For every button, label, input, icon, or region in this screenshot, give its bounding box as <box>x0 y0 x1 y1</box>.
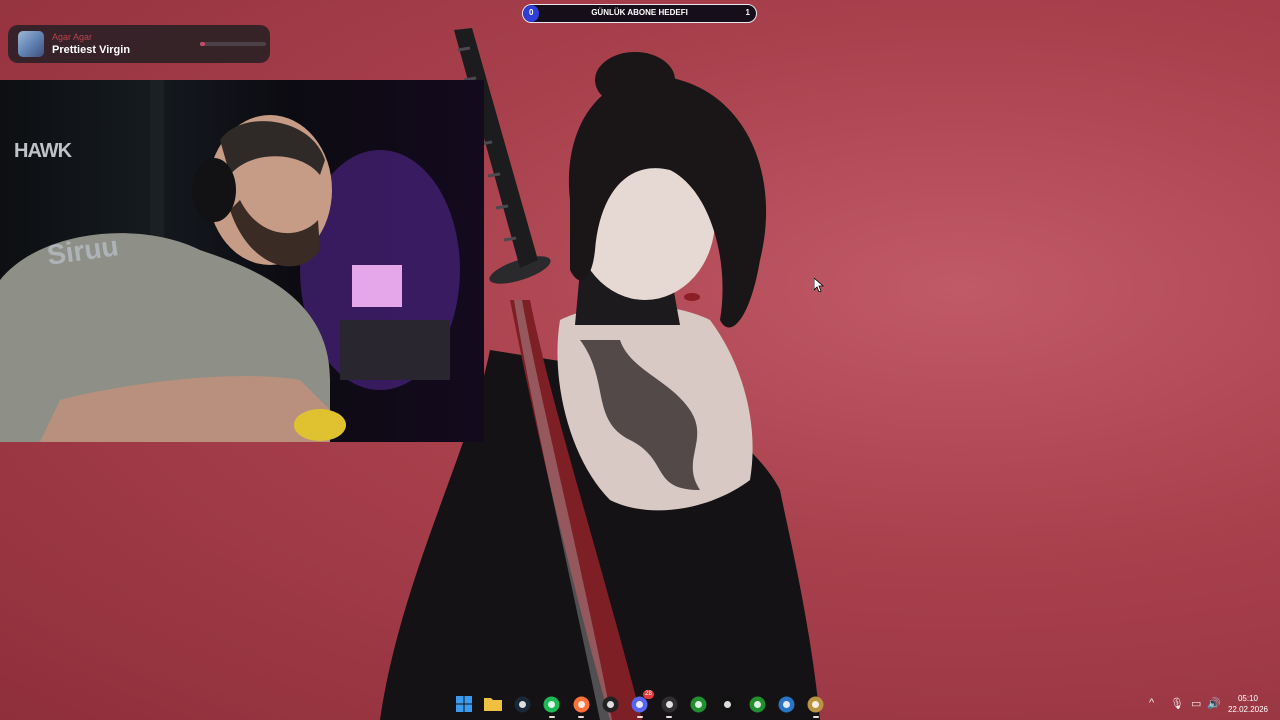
capcut-icon[interactable] <box>719 695 737 713</box>
taskbar-clock[interactable]: 05:10 22.02.2026 <box>1224 693 1272 715</box>
volume-icon[interactable]: 🔊 <box>1207 697 1221 710</box>
battlenet-icon[interactable] <box>777 695 795 713</box>
running-indicator <box>578 716 585 718</box>
taskbar: 28 <box>0 686 1280 720</box>
spotify-icon[interactable] <box>543 695 561 713</box>
display-icon[interactable]: ▭ <box>1191 697 1201 710</box>
discord-icon[interactable]: 28 <box>631 690 654 713</box>
running-indicator <box>636 716 643 718</box>
running-indicator <box>666 716 673 718</box>
mouse-cursor-icon <box>814 278 824 292</box>
running-indicator <box>812 716 819 718</box>
nvidia-icon[interactable] <box>748 695 766 713</box>
running-indicator <box>548 716 555 718</box>
file-explorer-icon[interactable] <box>484 695 503 713</box>
steam-icon[interactable] <box>514 695 532 713</box>
league-icon[interactable] <box>807 695 825 713</box>
notification-badge: 28 <box>643 690 654 699</box>
album-art <box>18 31 44 57</box>
webcam-overlay: HAWK Siruu <box>0 80 484 442</box>
subscriber-goal-bar: 0 GÜNLÜK ABONE HEDEFI 1 <box>522 4 757 23</box>
firefox-icon[interactable] <box>572 695 590 713</box>
webcam-sign-hawk: HAWK <box>14 140 72 162</box>
track-progress-fill <box>200 42 206 46</box>
clock-date: 22.02.2026 <box>1227 705 1269 714</box>
clock-time: 05:10 <box>1237 694 1259 703</box>
goal-title: GÜNLÜK ABONE HEDEFI <box>591 8 688 17</box>
tray-overflow-chevron-icon[interactable]: ^ <box>1149 697 1154 709</box>
track-progress-bar <box>200 42 266 46</box>
now-playing-widget: Agar Agar Prettiest Virgin <box>8 25 270 63</box>
microphone-icon[interactable]: 🎙 <box>1170 697 1184 710</box>
obs-icon[interactable] <box>660 695 678 713</box>
start-icon[interactable] <box>455 695 473 713</box>
steelseries-icon[interactable] <box>602 695 620 713</box>
goal-target-value: 1 <box>745 8 750 17</box>
razer-icon[interactable] <box>689 695 707 713</box>
